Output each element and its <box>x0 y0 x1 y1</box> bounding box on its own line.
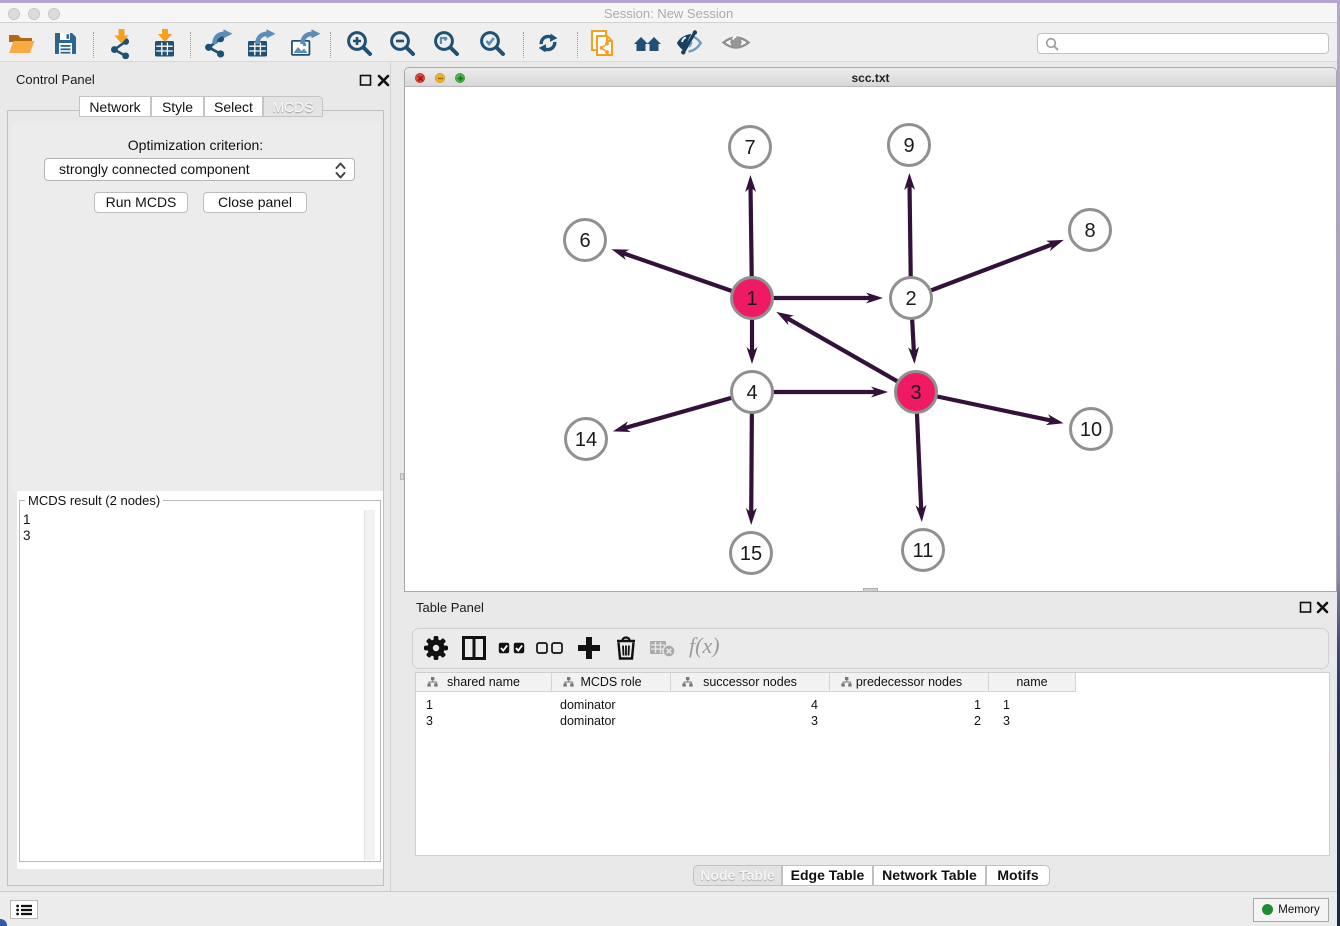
svg-text:7: 7 <box>744 137 755 159</box>
svg-text:14: 14 <box>575 429 597 451</box>
svg-text:8: 8 <box>1084 220 1095 242</box>
svg-text:15: 15 <box>740 543 762 565</box>
svg-text:3: 3 <box>910 382 921 404</box>
svg-text:11: 11 <box>913 540 934 562</box>
svg-text:2: 2 <box>905 288 916 310</box>
svg-text:6: 6 <box>579 230 590 252</box>
svg-text:1: 1 <box>746 288 757 310</box>
svg-text:4: 4 <box>746 382 757 404</box>
svg-text:10: 10 <box>1080 419 1102 441</box>
svg-text:9: 9 <box>903 135 914 157</box>
